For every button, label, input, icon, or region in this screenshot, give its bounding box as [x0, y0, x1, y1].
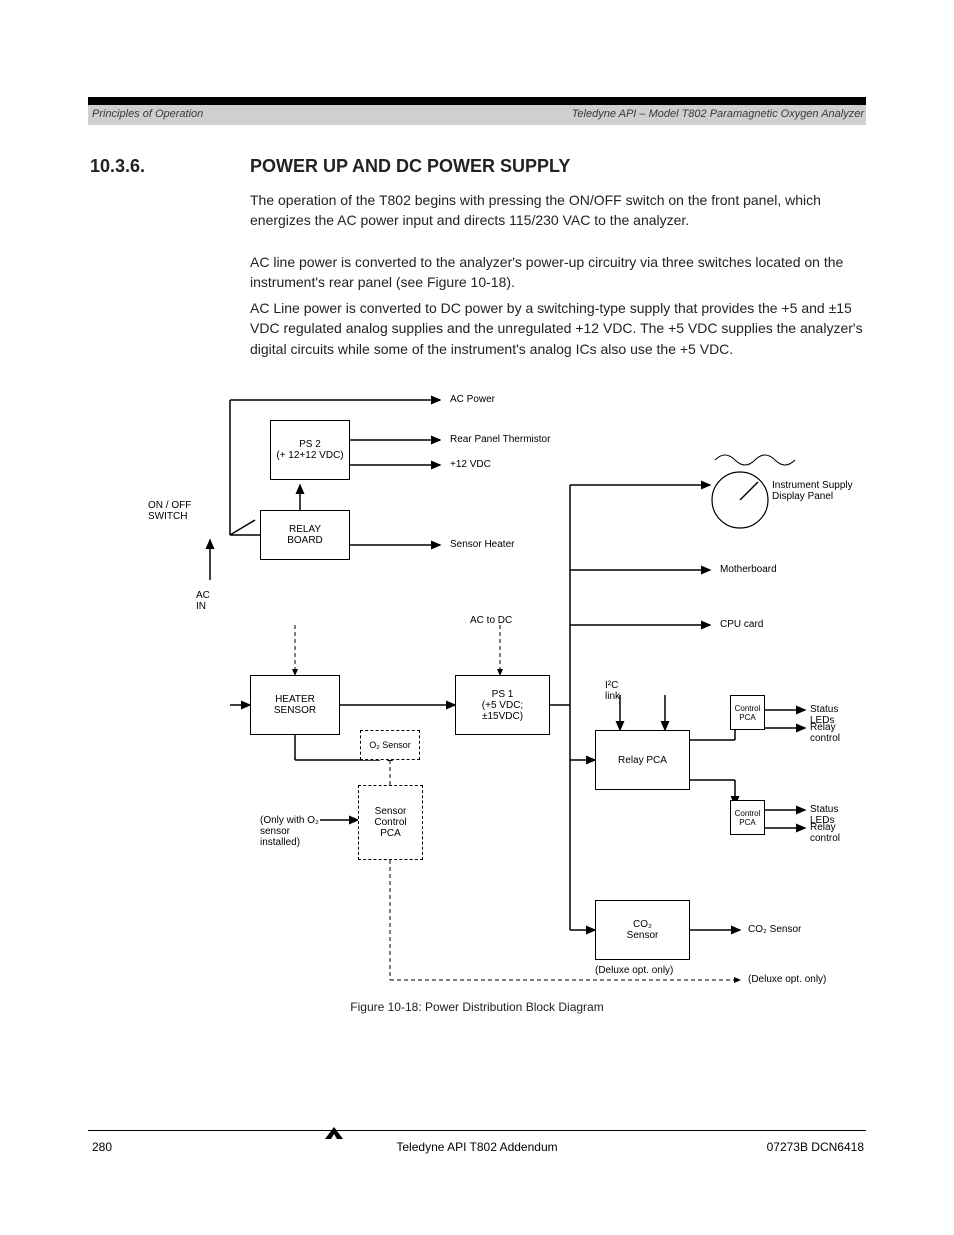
figure-caption: Figure 10-18: Power Distribution Block D… — [0, 1000, 954, 1014]
box-co2-sensor: CO₂ Sensor — [595, 900, 690, 960]
label-co2-out: CO₂ Sensor — [748, 924, 801, 935]
box-relay-pca: Relay PCA — [595, 730, 690, 790]
label-dashed-out: (Deluxe opt. only) — [748, 974, 826, 985]
section-title: POWER UP AND DC POWER SUPPLY — [250, 156, 570, 177]
label-ac-in: AC IN — [196, 590, 210, 612]
power-distribution-diagram: AC IN ON / OFF SWITCH PS 2 (+ 12+12 VDC)… — [100, 390, 860, 990]
header-left-text: Principles of Operation — [92, 108, 203, 120]
box-i2c-top: Control PCA — [730, 695, 765, 730]
label-meter: Instrument Supply Display Panel — [772, 480, 862, 502]
label-ac-to-dc: AC to DC — [470, 615, 512, 626]
label-cpu: CPU card — [720, 619, 763, 630]
label-motherboard: Motherboard — [720, 564, 777, 575]
label-on-off: ON / OFF SWITCH — [148, 500, 191, 522]
label-sensor-heater: Sensor Heater — [450, 539, 514, 550]
header-right-text: Teledyne API – Model T802 Paramagnetic O… — [572, 108, 864, 120]
label-co2-inline: (Deluxe opt. only) — [595, 965, 673, 976]
box-sensor-control: Sensor Control PCA — [358, 785, 423, 860]
paragraph-2: AC line power is converted to the analyz… — [250, 252, 864, 293]
box-ps2: PS 2 (+ 12+12 VDC) — [270, 420, 350, 480]
label-ps2-top: Rear Panel Thermistor — [450, 434, 550, 445]
footer-rule — [88, 1130, 866, 1131]
box-i2c-bot: Control PCA — [730, 800, 765, 835]
header-rule-black — [88, 97, 866, 105]
footer-doc-id: 07273B DCN6418 — [767, 1140, 864, 1154]
label-i2c-valve: Relay control — [810, 722, 860, 744]
paragraph-1: The operation of the T802 begins with pr… — [250, 190, 864, 231]
box-relay-board: RELAY BOARD — [260, 510, 350, 560]
section-number: 10.3.6. — [90, 156, 145, 177]
box-heater-sensor: HEATER SENSOR — [250, 675, 340, 735]
box-o2-sensor: O₂ Sensor — [360, 730, 420, 760]
label-i2c: I²C link — [605, 680, 620, 702]
label-ps2-mid: +12 VDC — [450, 459, 491, 470]
label-i2c-co2-valve: Relay control — [810, 822, 860, 844]
paragraph-3: AC Line power is converted to DC power b… — [250, 298, 864, 359]
box-ps1: PS 1 (+5 VDC; ±15VDC) — [455, 675, 550, 735]
label-o2-inline: (Only with O₂ sensor installed) — [260, 815, 320, 848]
label-ac-power: AC Power — [450, 394, 495, 405]
